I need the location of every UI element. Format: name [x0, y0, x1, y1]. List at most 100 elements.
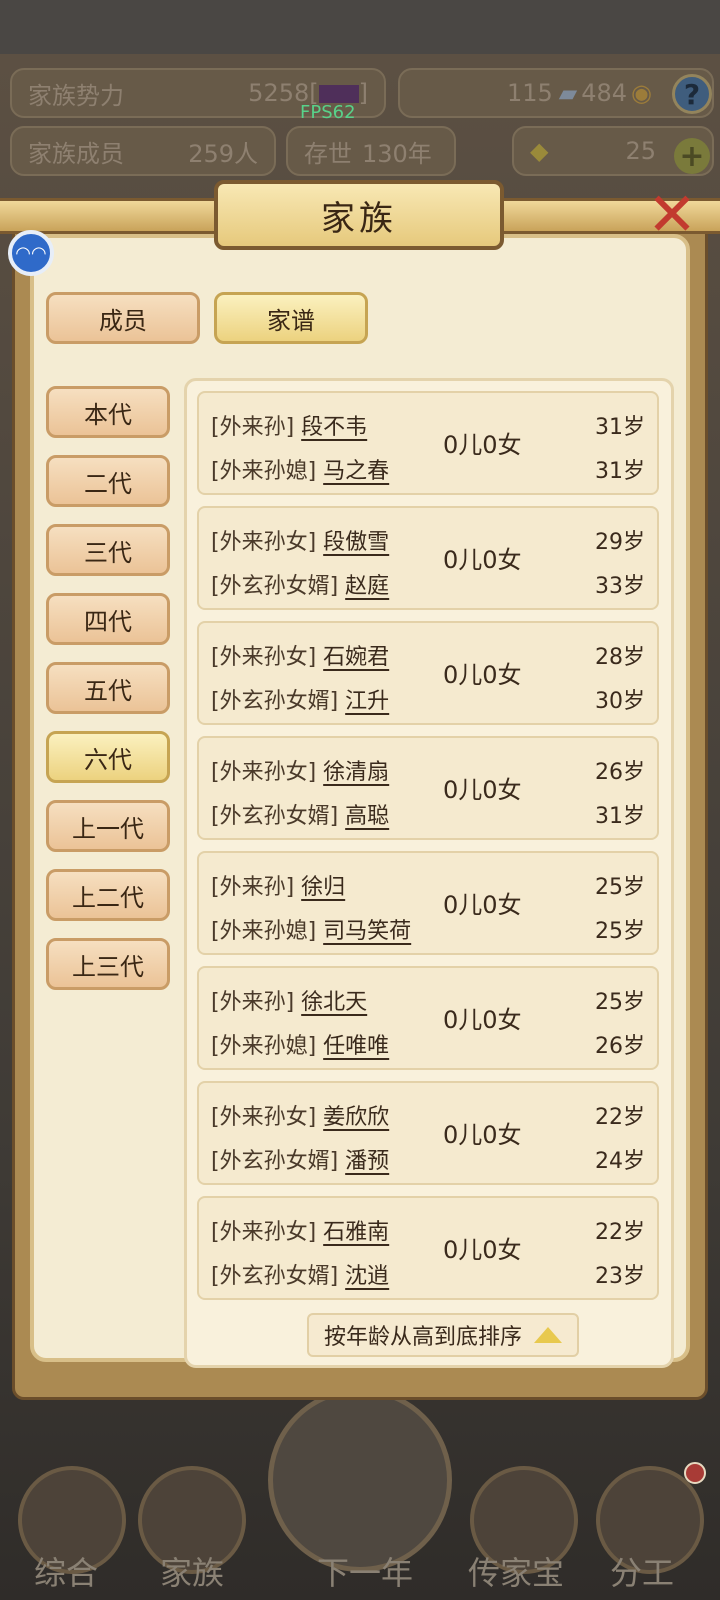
- exist-years-pill: 存世 130年: [286, 126, 456, 176]
- member-age: 31岁: [595, 415, 645, 440]
- bottom-nav: 综合 家族 下一年 传家宝 分工: [0, 1420, 720, 1600]
- member-name-link[interactable]: 段不韦: [301, 415, 367, 440]
- spouse-name-link[interactable]: 江升: [345, 689, 389, 714]
- coin-icon: ◉: [631, 79, 652, 107]
- gen-tab-prev-1[interactable]: 上一代: [46, 800, 170, 852]
- member-line: [外来孙] 徐归: [211, 875, 346, 900]
- silver-icon: ▰: [558, 79, 578, 107]
- spouse-name-link[interactable]: 司马笑荷: [323, 919, 411, 944]
- currency-pill: 115 ▰ 484 ◉: [398, 68, 714, 118]
- spouse-name-link[interactable]: 潘预: [345, 1149, 389, 1174]
- family-power-label: 家族势力: [28, 81, 124, 110]
- gen-tab-6[interactable]: 六代: [46, 731, 170, 783]
- exist-value: 130年: [362, 139, 432, 168]
- silver-value: 115: [506, 79, 553, 107]
- member-age: 25岁: [595, 990, 645, 1015]
- modal-title: 家族: [214, 180, 504, 250]
- gen-tab-prev-2[interactable]: 上二代: [46, 869, 170, 921]
- spouse-age: 31岁: [595, 459, 645, 484]
- spouse-age: 30岁: [595, 689, 645, 714]
- couple-card[interactable]: [外来孙] 段不韦 [外来孙媳] 马之春 0儿0女 31岁 31岁: [197, 391, 659, 495]
- sort-label: 按年龄从高到底排序: [323, 1325, 522, 1350]
- member-line: [外来孙女] 段傲雪: [211, 530, 390, 555]
- spouse-line: [外来孙媳] 任唯唯: [211, 1034, 390, 1059]
- member-line: [外来孙女] 徐清扇: [211, 760, 390, 785]
- member-name-link[interactable]: 石婉君: [323, 645, 389, 670]
- children-count: 0儿0女: [443, 891, 522, 919]
- spouse-age: 24岁: [595, 1149, 645, 1174]
- children-count: 0儿0女: [443, 1006, 522, 1034]
- member-name-link[interactable]: 徐北天: [301, 990, 367, 1015]
- member-name-link[interactable]: 徐归: [301, 875, 345, 900]
- spouse-line: [外玄孙女婿] 潘预: [211, 1149, 390, 1174]
- member-line: [外来孙女] 姜欣欣: [211, 1105, 390, 1130]
- member-line: [外来孙] 徐北天: [211, 990, 368, 1015]
- couple-card[interactable]: [外来孙] 徐归 [外来孙媳] 司马笑荷 0儿0女 25岁 25岁: [197, 851, 659, 955]
- gen-tab-3[interactable]: 三代: [46, 524, 170, 576]
- member-age: 22岁: [595, 1105, 645, 1130]
- spouse-age: 31岁: [595, 804, 645, 829]
- spouse-name-link[interactable]: 高聪: [345, 804, 389, 829]
- exist-label: 存世: [304, 139, 352, 168]
- spouse-name-link[interactable]: 马之春: [323, 459, 389, 484]
- children-count: 0儿0女: [443, 776, 522, 804]
- genealogy-list[interactable]: [外来孙] 段不韦 [外来孙媳] 马之春 0儿0女 31岁 31岁 [外来孙女]…: [187, 381, 671, 1301]
- spouse-age: 25岁: [595, 919, 645, 944]
- children-count: 0儿0女: [443, 1121, 522, 1149]
- gen-tab-2[interactable]: 二代: [46, 455, 170, 507]
- tab-members[interactable]: 成员: [46, 292, 200, 344]
- add-gold-button[interactable]: +: [674, 138, 710, 174]
- children-count: 0儿0女: [443, 1236, 522, 1264]
- sort-arrow-up-icon: [534, 1327, 562, 1343]
- genealogy-list-panel: [外来孙] 段不韦 [外来孙媳] 马之春 0儿0女 31岁 31岁 [外来孙女]…: [184, 378, 674, 1368]
- gen-tab-4[interactable]: 四代: [46, 593, 170, 645]
- gold-value: 25: [625, 137, 656, 165]
- member-line: [外来孙] 段不韦: [211, 415, 368, 440]
- member-name-link[interactable]: 徐清扇: [323, 760, 389, 785]
- couple-card[interactable]: [外来孙] 徐北天 [外来孙媳] 任唯唯 0儿0女 25岁 26岁: [197, 966, 659, 1070]
- couple-card[interactable]: [外来孙女] 徐清扇 [外玄孙女婿] 高聪 0儿0女 26岁 31岁: [197, 736, 659, 840]
- couple-card[interactable]: [外来孙女] 段傲雪 [外玄孙女婿] 赵庭 0儿0女 29岁 33岁: [197, 506, 659, 610]
- member-name-link[interactable]: 姜欣欣: [323, 1105, 389, 1130]
- nav-division[interactable]: 分工: [582, 1548, 702, 1594]
- member-age: 25岁: [595, 875, 645, 900]
- spouse-line: [外玄孙女婿] 沈逍: [211, 1264, 390, 1289]
- help-button[interactable]: ?: [672, 74, 712, 114]
- spouse-age: 33岁: [595, 574, 645, 599]
- nav-next-year[interactable]: 下一年: [300, 1548, 430, 1594]
- spouse-line: [外来孙媳] 马之春: [211, 459, 390, 484]
- close-button[interactable]: ✕: [640, 180, 704, 250]
- nav-overview[interactable]: 综合: [6, 1548, 126, 1594]
- gen-tab-prev-3[interactable]: 上三代: [46, 938, 170, 990]
- spouse-name-link[interactable]: 任唯唯: [323, 1034, 389, 1059]
- member-age: 22岁: [595, 1220, 645, 1245]
- spouse-line: [外玄孙女婿] 江升: [211, 689, 390, 714]
- children-count: 0儿0女: [443, 546, 522, 574]
- spouse-age: 23岁: [595, 1264, 645, 1289]
- tab-genealogy[interactable]: 家谱: [214, 292, 368, 344]
- family-members-label: 家族成员: [28, 139, 124, 168]
- member-age: 29岁: [595, 530, 645, 555]
- close-icon: ✕: [646, 180, 698, 250]
- gen-tab-5[interactable]: 五代: [46, 662, 170, 714]
- gen-tab-current[interactable]: 本代: [46, 386, 170, 438]
- status-bar: [0, 0, 720, 54]
- nav-heirloom[interactable]: 传家宝: [456, 1548, 576, 1594]
- spouse-name-link[interactable]: 赵庭: [345, 574, 389, 599]
- member-name-link[interactable]: 段傲雪: [323, 530, 389, 555]
- couple-card[interactable]: [外来孙女] 姜欣欣 [外玄孙女婿] 潘预 0儿0女 22岁 24岁: [197, 1081, 659, 1185]
- nav-family[interactable]: 家族: [132, 1548, 252, 1594]
- couple-card[interactable]: [外来孙女] 石婉君 [外玄孙女婿] 江升 0儿0女 28岁 30岁: [197, 621, 659, 725]
- member-name-link[interactable]: 石雅南: [323, 1220, 389, 1245]
- family-members-pill: 家族成员 259人: [10, 126, 276, 176]
- couple-card[interactable]: [外来孙女] 石雅南 [外玄孙女婿] 沈逍 0儿0女 22岁 23岁: [197, 1196, 659, 1300]
- chat-avatar-icon[interactable]: ◠◠: [8, 230, 54, 276]
- fps-counter: FPS62: [300, 102, 356, 123]
- gold-ingot-icon: ◆: [530, 137, 549, 165]
- copper-value: 484: [581, 79, 628, 107]
- obscured-rank-badge: [318, 85, 359, 103]
- spouse-line: [外玄孙女婿] 高聪: [211, 804, 390, 829]
- spouse-age: 26岁: [595, 1034, 645, 1059]
- spouse-name-link[interactable]: 沈逍: [345, 1264, 389, 1289]
- sort-by-age-button[interactable]: 按年龄从高到底排序: [307, 1313, 579, 1357]
